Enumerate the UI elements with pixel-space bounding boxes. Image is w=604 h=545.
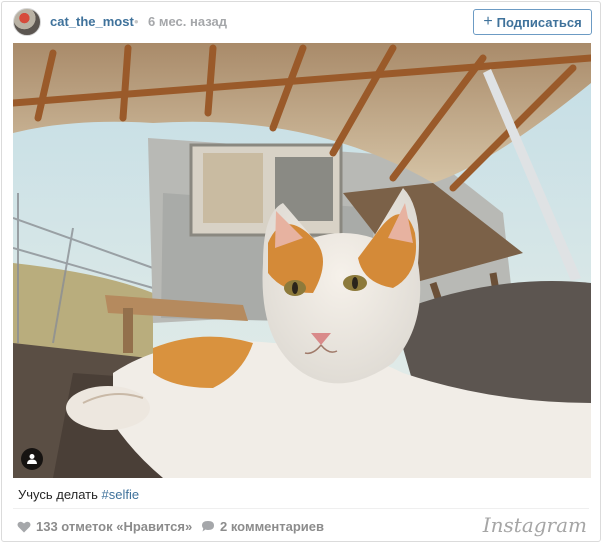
separator-dot: • <box>134 14 139 29</box>
post-footer: 133 отметок «Нравится» 2 комментариев In… <box>2 510 600 541</box>
post-caption: Учусь делать #selfie <box>18 487 139 502</box>
post-timestamp[interactable]: 6 мес. назад <box>148 14 227 29</box>
footer-divider <box>13 508 589 509</box>
user-tag-icon[interactable] <box>21 448 43 470</box>
post-header: cat_the_most • 6 мес. назад + Подписатьс… <box>2 2 600 42</box>
comments-label: 2 комментариев <box>220 519 325 534</box>
post-photo[interactable] <box>13 43 591 478</box>
hashtag-link[interactable]: #selfie <box>102 487 140 502</box>
comment-bubble-icon <box>202 521 214 532</box>
plus-icon: + <box>483 13 493 30</box>
follow-button[interactable]: + Подписаться <box>473 9 592 35</box>
follow-button-label: Подписаться <box>496 14 582 30</box>
cat-selfie-image <box>13 43 591 478</box>
username-link[interactable]: cat_the_most <box>50 14 134 29</box>
heart-icon <box>17 521 31 532</box>
comments-count[interactable]: 2 комментариев <box>201 519 324 534</box>
instagram-post-card: cat_the_most • 6 мес. назад + Подписатьс… <box>1 1 601 542</box>
caption-text: Учусь делать <box>18 487 102 502</box>
person-icon <box>27 454 37 464</box>
instagram-logo[interactable]: Instagram <box>483 513 587 537</box>
avatar[interactable] <box>13 8 41 36</box>
likes-label: 133 отметок «Нравится» <box>36 519 193 534</box>
likes-count[interactable]: 133 отметок «Нравится» <box>17 519 192 534</box>
